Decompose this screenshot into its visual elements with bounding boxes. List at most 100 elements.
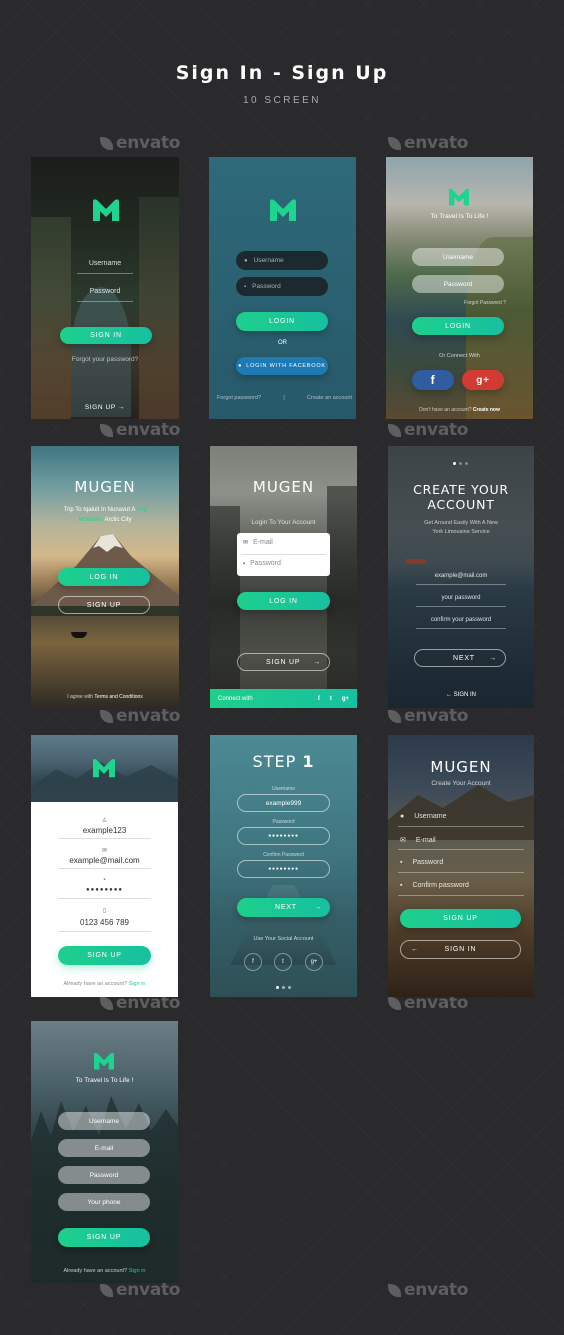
password-input[interactable]: Password: [412, 275, 504, 293]
twitter-icon[interactable]: t: [274, 953, 292, 971]
username-input[interactable]: ● Username: [400, 813, 447, 820]
header-mountains: [31, 735, 178, 802]
username-input[interactable]: example123: [31, 826, 178, 835]
phone-input[interactable]: 0123 456 789: [31, 918, 178, 927]
confirm-password-input[interactable]: ▪ Confirm password: [400, 882, 469, 889]
signin-prompt: Already have an account? Sign in: [63, 981, 146, 987]
lock-icon: ▪: [244, 283, 247, 290]
envato-watermark: envato: [388, 420, 469, 440]
lock-icon: ▪: [103, 877, 106, 883]
password-input[interactable]: your password: [388, 595, 534, 601]
google-plus-icon[interactable]: g+: [342, 696, 349, 702]
m-logo-icon: [94, 1052, 114, 1070]
footer-links: Forgot password? | Create an account: [217, 395, 352, 401]
phone-input[interactable]: Your phone: [58, 1193, 150, 1211]
page-dots: [453, 462, 468, 465]
signup-prompt: Don't have an account? Create now: [419, 407, 500, 413]
twitter-icon[interactable]: t: [330, 696, 332, 702]
email-input[interactable]: ✉ E-mail: [400, 836, 436, 844]
app-title: MUGEN: [252, 478, 315, 496]
screen-mugen-login: MUGEN Login To Your Account ✉ E-mail ▪ Pas…: [210, 446, 357, 708]
arrow-right-icon: →: [313, 658, 321, 666]
login-button[interactable]: LOG IN: [58, 568, 150, 586]
login-button[interactable]: LOGIN: [412, 317, 504, 335]
signin-link[interactable]: ← SIGN IN: [388, 692, 534, 698]
m-logo-icon: [93, 758, 115, 778]
envato-watermark: envato: [388, 1280, 469, 1300]
leaf-icon: [100, 709, 113, 723]
password-input[interactable]: ▪ Password: [400, 859, 443, 866]
google-plus-button[interactable]: g+: [462, 370, 504, 390]
signup-button[interactable]: SIGN UP: [58, 946, 151, 965]
email-input[interactable]: E-mail: [58, 1139, 150, 1157]
step-heading: STEP 1: [252, 752, 315, 771]
password-underline: [77, 301, 133, 302]
username-underline: [398, 826, 524, 827]
password-input[interactable]: ●●●●●●●●: [31, 887, 178, 893]
facebook-button[interactable]: f: [412, 370, 454, 390]
leaf-icon: [100, 996, 113, 1010]
confirm-password-input[interactable]: ●●●●●●●●: [237, 860, 330, 878]
leaf-icon: [388, 996, 401, 1010]
username-input[interactable]: example999: [237, 794, 330, 812]
username-underline: [77, 273, 133, 274]
boat-silhouette: [71, 632, 87, 638]
lock-icon: ▪: [243, 561, 246, 567]
phone-icon: ▯: [102, 908, 107, 914]
screen-register-foggy: To Travel Is To Life ! Username E-mail P…: [31, 1021, 178, 1283]
forgot-password-link[interactable]: Forgot your password?: [31, 356, 179, 363]
password-input[interactable]: ▪ Password: [236, 277, 328, 296]
login-button[interactable]: LOGIN: [236, 312, 328, 331]
facebook-login-button[interactable]: ● LOGIN WITH FACEBOOK: [236, 357, 328, 375]
arrow-right-icon: →: [118, 404, 126, 411]
password-field[interactable]: Password: [31, 288, 179, 295]
create-account-link[interactable]: Create an account: [307, 395, 352, 401]
terms-link[interactable]: Terms and Conditions: [94, 694, 142, 700]
password-input[interactable]: ▪ Password: [243, 560, 281, 567]
email-input[interactable]: example@mail.com: [31, 856, 178, 865]
screen-login-teal: ● Username ▪ Password LOGIN OR ● LOGIN WITH…: [209, 157, 356, 419]
m-logo-icon: [93, 199, 119, 221]
screen-step-one: STEP 1 Username example999 Password ●●●●…: [210, 735, 357, 997]
showcase-canvas: Sign In - Sign Up 10 SCREEN envato envat…: [0, 0, 564, 1335]
forgot-password-link[interactable]: Forgot password?: [217, 395, 261, 401]
arrow-left-icon: ←: [445, 692, 452, 698]
signup-button[interactable]: SIGN UP: [400, 909, 521, 928]
username-input[interactable]: Username: [58, 1112, 150, 1130]
envato-watermark: envato: [388, 706, 469, 726]
next-button[interactable]: NEXT →: [414, 649, 506, 667]
forest-bg-right: [139, 197, 179, 419]
signin-link[interactable]: Sign in: [129, 1268, 146, 1274]
signup-button[interactable]: SIGN UP: [58, 1228, 150, 1247]
username-input[interactable]: Username: [412, 248, 504, 266]
signin-link[interactable]: Sign in: [129, 981, 146, 987]
next-button[interactable]: NEXT →: [237, 898, 330, 917]
confirm-underline: [398, 895, 524, 896]
google-plus-icon[interactable]: g+: [305, 953, 323, 971]
river-bg: [71, 287, 131, 417]
facebook-icon[interactable]: f: [318, 696, 320, 702]
facebook-icon: f: [430, 373, 436, 387]
signup-button[interactable]: SIGN UP →: [237, 653, 330, 671]
password-input[interactable]: ●●●●●●●●: [237, 827, 330, 845]
card-divider: [241, 554, 326, 555]
facebook-icon[interactable]: f: [244, 953, 262, 971]
page-heading: CREATE YOUR ACCOUNT: [413, 482, 509, 512]
app-title: MUGEN: [430, 758, 492, 776]
username-input[interactable]: ● Username: [236, 251, 328, 270]
tagline: To Travel Is To Life !: [430, 213, 489, 220]
email-input[interactable]: example@mail.com: [388, 573, 534, 579]
login-button[interactable]: LOG IN: [237, 592, 330, 610]
arrow-left-icon: ←: [411, 946, 419, 953]
signin-button[interactable]: SIGN IN: [60, 327, 152, 344]
create-now-link[interactable]: Create now: [473, 407, 500, 413]
email-input[interactable]: ✉ E-mail: [243, 539, 273, 546]
signin-button[interactable]: ← SIGN IN: [400, 940, 521, 959]
signup-button[interactable]: SIGN UP: [58, 596, 150, 614]
confirm-password-input[interactable]: confirm your password: [388, 617, 534, 623]
phone-underline: [58, 931, 151, 932]
password-input[interactable]: Password: [58, 1166, 150, 1184]
signup-link[interactable]: SIGN UP →: [31, 404, 179, 411]
username-field[interactable]: Username: [31, 260, 179, 267]
forgot-password-link[interactable]: Forgot Password ?: [458, 300, 506, 306]
